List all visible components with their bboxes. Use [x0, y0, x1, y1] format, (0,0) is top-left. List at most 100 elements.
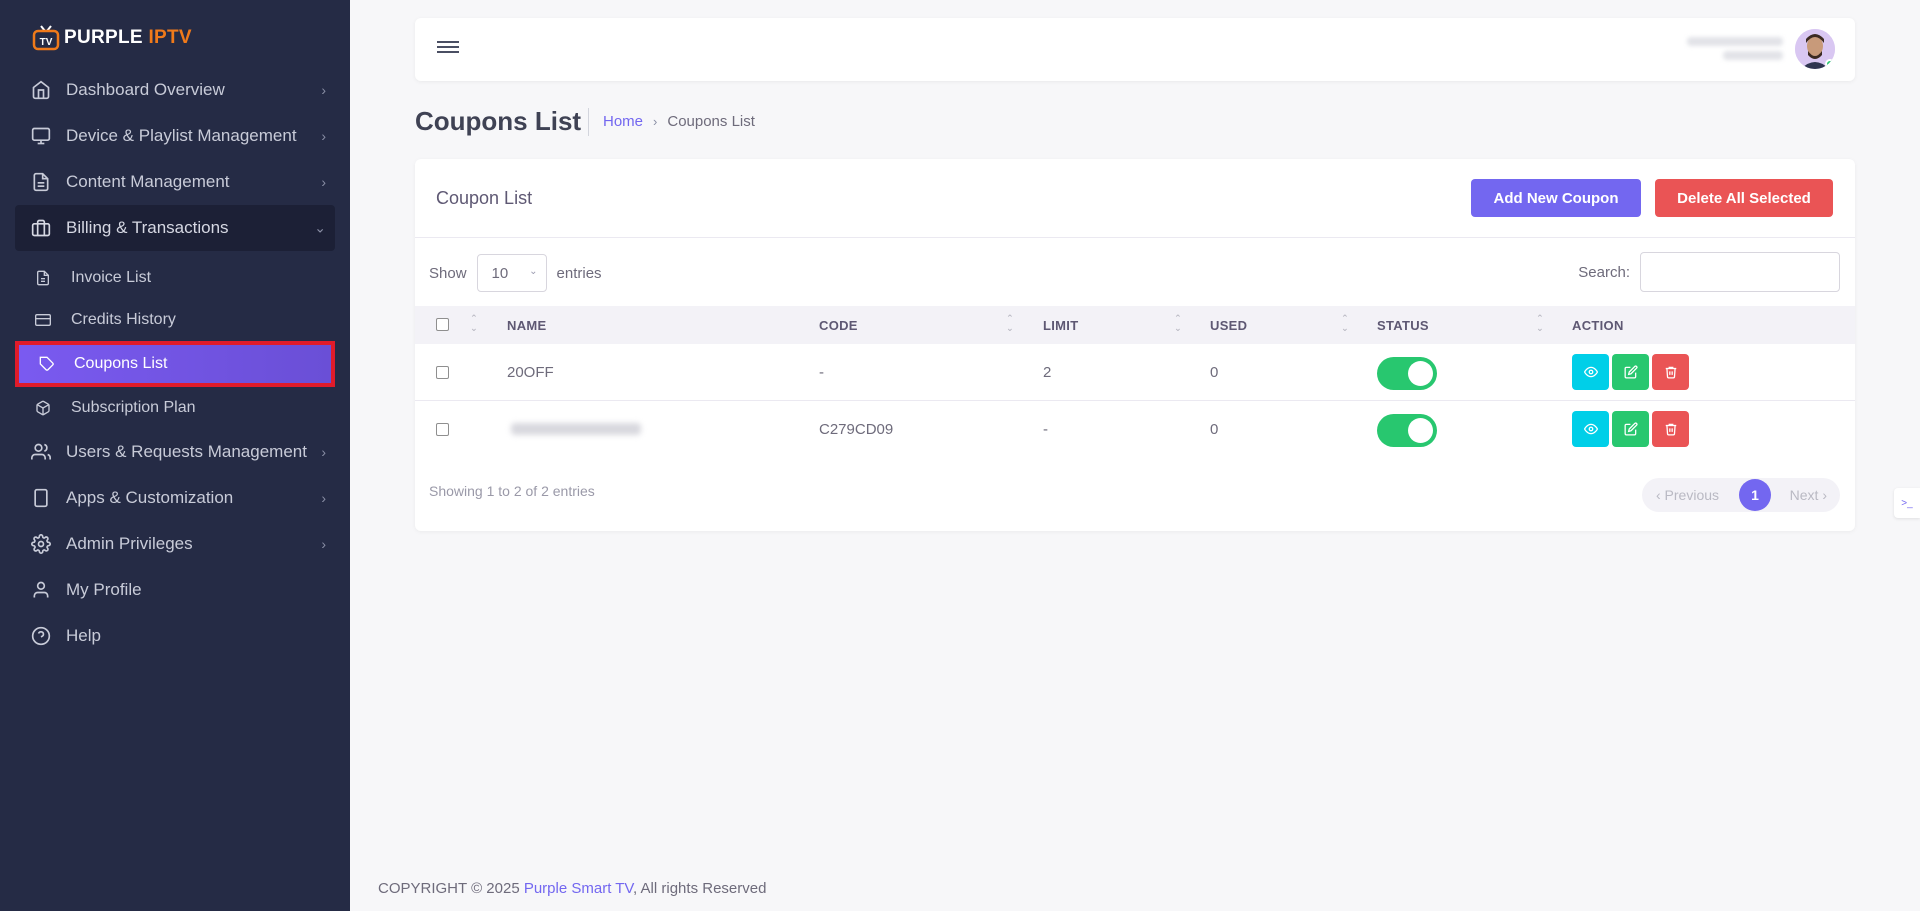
- sidebar: TV PURPLE IPTV Dashboard Overview › Devi…: [0, 0, 350, 911]
- next-page-button[interactable]: Next ›: [1790, 487, 1827, 503]
- breadcrumb-current: Coupons List: [667, 113, 755, 130]
- sort-icon[interactable]: ⌃ ⌄: [1173, 313, 1183, 335]
- footer-brand-link[interactable]: Purple Smart TV: [524, 880, 633, 897]
- sidebar-item-content-management[interactable]: Content Management ›: [0, 159, 350, 205]
- chevron-right-icon: ›: [321, 490, 326, 506]
- chevron-right-icon: ›: [321, 174, 326, 190]
- sidebar-subitem-subscription-plan[interactable]: Subscription Plan: [0, 387, 350, 429]
- delete-all-selected-button[interactable]: Delete All Selected: [1655, 179, 1833, 217]
- column-header-name[interactable]: NAME: [507, 318, 546, 333]
- chevron-right-icon: ›: [321, 82, 326, 98]
- search-input[interactable]: [1640, 252, 1840, 292]
- page-1-button[interactable]: 1: [1739, 479, 1771, 511]
- status-toggle[interactable]: [1377, 414, 1437, 447]
- delete-button[interactable]: [1652, 411, 1689, 447]
- sidebar-item-apps-customization[interactable]: Apps & Customization ›: [0, 475, 350, 521]
- column-header-status[interactable]: STATUS: [1377, 318, 1429, 333]
- trash-icon: [1665, 366, 1676, 379]
- edit-button[interactable]: [1612, 354, 1649, 390]
- brand-logo[interactable]: TV PURPLE IPTV: [32, 22, 192, 54]
- tag-icon: [38, 355, 56, 373]
- sort-icon[interactable]: ⌃ ⌄: [469, 313, 479, 335]
- sidebar-subitem-label: Credits History: [71, 311, 176, 328]
- sidebar-item-dashboard-overview[interactable]: Dashboard Overview ›: [0, 67, 350, 113]
- sidebar-item-label: Help: [66, 626, 101, 645]
- column-header-action: ACTION: [1572, 318, 1624, 333]
- delete-button[interactable]: [1652, 354, 1689, 390]
- column-header-code[interactable]: CODE: [819, 318, 858, 333]
- column-header-used[interactable]: USED: [1210, 318, 1247, 333]
- menu-icon[interactable]: [437, 38, 459, 58]
- column-header-limit[interactable]: LIMIT: [1043, 318, 1078, 333]
- sidebar-item-label: Admin Privileges: [66, 534, 193, 553]
- briefcase-icon: [30, 217, 52, 239]
- sidebar-item-label: My Profile: [66, 580, 142, 599]
- tablet-icon: [30, 487, 52, 509]
- brand-name: PURPLE IPTV: [64, 27, 192, 48]
- select-all-checkbox[interactable]: [436, 318, 449, 331]
- sidebar-item-billing-transactions[interactable]: Billing & Transactions ⌄: [15, 205, 335, 251]
- previous-page-button[interactable]: ‹ Previous: [1656, 487, 1719, 503]
- coupon-code: C279CD09: [819, 421, 894, 438]
- edit-icon: [1624, 365, 1638, 379]
- chevron-right-icon: ›: [321, 536, 326, 552]
- sidebar-subitem-coupons-list[interactable]: Coupons List: [15, 341, 335, 387]
- sidebar-item-users-requests[interactable]: Users & Requests Management ›: [0, 429, 350, 475]
- users-icon: [30, 441, 52, 463]
- eye-icon: [1583, 366, 1598, 378]
- coupon-used: 0: [1210, 364, 1219, 381]
- sort-icon[interactable]: ⌃ ⌄: [1535, 313, 1545, 335]
- online-status-dot: [1825, 59, 1835, 69]
- edit-button[interactable]: [1612, 411, 1649, 447]
- table-row: 20OFF - 2 0: [415, 344, 1855, 401]
- user-icon: [30, 579, 52, 601]
- sidebar-subitem-credits-history[interactable]: Credits History: [0, 299, 350, 341]
- svg-text:TV: TV: [40, 37, 53, 48]
- row-checkbox[interactable]: [436, 423, 449, 436]
- status-toggle[interactable]: [1377, 357, 1437, 390]
- coupon-limit: 2: [1043, 364, 1052, 381]
- breadcrumb-home-link[interactable]: Home: [603, 113, 643, 130]
- row-checkbox[interactable]: [436, 366, 449, 379]
- sidebar-item-label: Dashboard Overview: [66, 80, 225, 99]
- chevron-right-icon: ›: [653, 114, 658, 129]
- sidebar-item-label: Device & Playlist Management: [66, 126, 297, 145]
- view-button[interactable]: [1572, 411, 1609, 447]
- title-divider: [588, 108, 589, 136]
- chevron-down-icon: ⌄: [529, 266, 538, 277]
- user-name-redacted: [1687, 32, 1787, 66]
- sidebar-subitem-invoice-list[interactable]: Invoice List: [0, 257, 350, 299]
- sort-icon[interactable]: ⌃ ⌄: [1340, 313, 1350, 335]
- tv-logo-icon: TV: [32, 24, 60, 52]
- package-icon: [34, 399, 52, 417]
- entries-select[interactable]: 10 ⌄: [476, 254, 547, 292]
- sort-icon[interactable]: ⌃ ⌄: [1005, 313, 1015, 335]
- customizer-toggle-icon[interactable]: >_: [1894, 488, 1920, 518]
- coupon-used: 0: [1210, 421, 1219, 438]
- chevron-right-icon: ›: [321, 128, 326, 144]
- table-info: Showing 1 to 2 of 2 entries: [429, 483, 595, 499]
- avatar[interactable]: [1795, 29, 1835, 69]
- sidebar-item-my-profile[interactable]: My Profile: [0, 567, 350, 613]
- chevron-down-icon: ⌄: [314, 219, 326, 236]
- add-new-coupon-button[interactable]: Add New Coupon: [1471, 179, 1641, 217]
- sidebar-item-help[interactable]: Help: [0, 613, 350, 659]
- footer: COPYRIGHT © 2025 Purple Smart TV, All ri…: [378, 880, 766, 897]
- sidebar-subitem-label: Subscription Plan: [71, 399, 196, 416]
- file-text-icon: [30, 171, 52, 193]
- sidebar-item-device-playlist[interactable]: Device & Playlist Management ›: [0, 113, 350, 159]
- search-label: Search:: [1578, 263, 1630, 281]
- home-icon: [30, 79, 52, 101]
- table-search: Search:: [1578, 252, 1840, 292]
- view-button[interactable]: [1572, 354, 1609, 390]
- credit-card-icon: [34, 311, 52, 329]
- sidebar-item-label: Content Management: [66, 172, 230, 191]
- show-label: Show: [429, 264, 467, 282]
- entries-length-control: Show 10 ⌄ entries: [429, 254, 602, 292]
- file-icon: [34, 269, 52, 287]
- table-header: ⌃ ⌄ NAME CODE ⌃ ⌄ LIMIT ⌃ ⌄ USED ⌃ ⌄ STATUS …: [415, 306, 1855, 344]
- sidebar-item-admin-privileges[interactable]: Admin Privileges ›: [0, 521, 350, 567]
- sidebar-nav: Dashboard Overview › Device & Playlist M…: [0, 67, 350, 659]
- coupon-name-redacted: [511, 423, 641, 435]
- footer-copyright: COPYRIGHT © 2025: [378, 880, 524, 897]
